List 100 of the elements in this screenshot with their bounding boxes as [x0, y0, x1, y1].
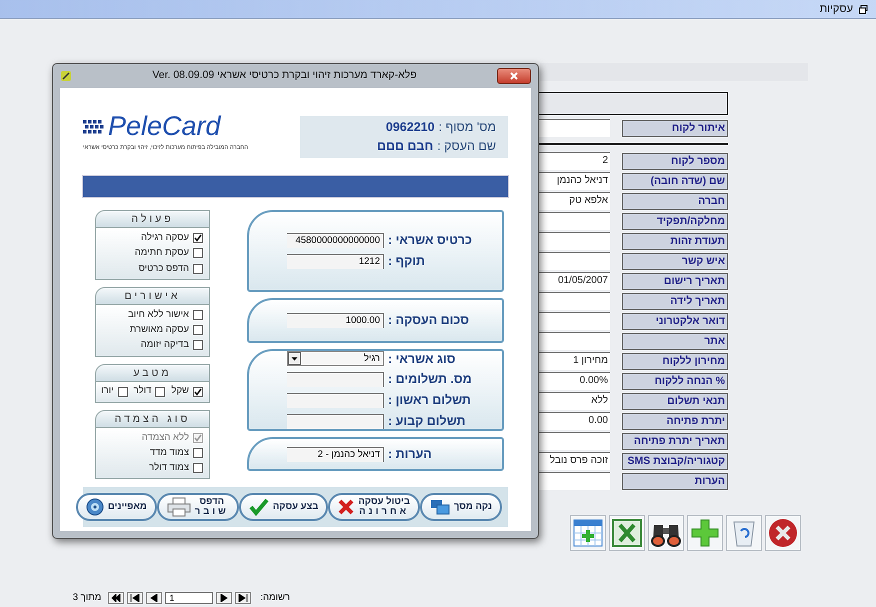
input-field[interactable] [287, 414, 384, 429]
action-button[interactable]: מאפיינים [76, 493, 157, 522]
option-label: בדיקה יזומה [140, 338, 189, 352]
checkbox[interactable] [193, 340, 203, 350]
option-label: צמוד מדד [150, 446, 189, 460]
group-header: פעולה [95, 210, 210, 228]
terminal-label: שם העסק : [437, 138, 496, 155]
section-label: הערות : [388, 446, 433, 463]
table-add-icon[interactable] [570, 515, 606, 551]
section-label: תשלום קבוע : [388, 412, 466, 430]
checkbox[interactable] [193, 248, 203, 258]
spreadsheet-icon[interactable] [609, 515, 645, 551]
action-button[interactable]: בצע עסקה [238, 493, 328, 522]
input-field[interactable]: 1000.00 [287, 313, 384, 328]
action-button[interactable]: נקה מסך [420, 493, 502, 522]
field-label: % הנחה ללקוח [622, 372, 728, 390]
section-label: תוקף : [388, 253, 426, 270]
left-arrow-icon [149, 594, 160, 602]
field-label: קטגוריה/קבוצת SMS [622, 452, 728, 470]
recycle-bin-icon[interactable] [726, 515, 762, 551]
field-label: תאריך רישום [622, 272, 728, 290]
option-label: עסקה מאושרת [130, 323, 189, 337]
group-header: סוג הצמדה [95, 410, 210, 428]
printer-icon [166, 497, 191, 518]
binoculars-icon[interactable] [648, 515, 684, 551]
right-arrow-icon [219, 594, 230, 602]
disc-icon [86, 498, 104, 516]
checkbox[interactable] [193, 448, 203, 458]
field-label: שם (שדה חובה) [622, 172, 728, 190]
record-number-field[interactable]: 1 [165, 592, 214, 604]
input-field[interactable]: 4580000000000000 [287, 233, 384, 248]
field-label: תאריך לידה [622, 292, 728, 310]
field-label: יתרת פתיחה [622, 412, 728, 430]
checkbox[interactable] [193, 310, 203, 320]
section-label: סוג אשראי : [388, 350, 456, 368]
option-label: עסקה רגילה [141, 231, 189, 245]
cross-icon [338, 499, 354, 516]
close-icon[interactable] [765, 515, 801, 551]
option-label: דולר [134, 384, 152, 398]
input-field[interactable] [287, 392, 384, 408]
option-label: הדפס כרטיס [138, 262, 189, 276]
terminal-value: 0962210 [386, 119, 435, 136]
caret-icon [288, 352, 301, 366]
dialog-title: פלא-קארד מערכות זיהוי ובקרת כרטיסי אשראי Ver. 08.09.09 [152, 68, 417, 84]
terminal-label: מס' מסוף : [438, 119, 496, 136]
last-record-button[interactable] [127, 592, 144, 604]
restore-icon [859, 4, 868, 14]
record-label: רשומה: [260, 590, 290, 605]
logo-dots-icon [83, 120, 105, 134]
checkbox[interactable] [193, 386, 203, 396]
check-icon [248, 498, 269, 516]
section-label: תשלום ראשון : [388, 392, 472, 409]
first-record-button[interactable] [235, 592, 252, 604]
checkbox[interactable] [155, 386, 166, 396]
new-record-button[interactable] [108, 592, 124, 604]
section-label: כרטיס אשראי : [388, 232, 473, 250]
field-label: תנאי תשלום [622, 392, 728, 410]
checkbox[interactable] [193, 233, 203, 244]
close-button[interactable] [496, 68, 531, 84]
field-label: תעודת זהות [622, 232, 728, 250]
pencil-icon [60, 70, 72, 82]
action-button[interactable]: ביטול עסקה אחרונה [328, 493, 420, 522]
section-label: סכום העסקה : [388, 312, 470, 330]
plus-icon[interactable] [687, 515, 723, 551]
option-label: עסקת חתימה [134, 246, 189, 260]
option-label: ללא הצמדה [142, 430, 189, 444]
logo-wordmark: PeleCard [108, 113, 221, 140]
field-label: חברה [622, 192, 728, 210]
select-field[interactable]: רגיל [287, 351, 384, 366]
window-title: עסקיות [820, 2, 853, 17]
option-label: יורו [101, 384, 114, 398]
skip-right-icon [238, 594, 248, 602]
field-label: איש קשר [622, 252, 728, 270]
option-label: שקל [171, 384, 189, 398]
field-label: איתור לקוח [622, 120, 728, 136]
field-label: מחירון ללקוח [622, 352, 728, 370]
input-field[interactable]: 1212 [287, 254, 384, 269]
next-record-button[interactable] [146, 592, 162, 604]
option-label: אישור ללא חיוב [128, 308, 189, 322]
terminal-value: חבם םםם [376, 138, 434, 155]
checkbox[interactable] [193, 325, 203, 336]
record-count: מתוך 3 [72, 590, 102, 605]
group-header: אישורים [95, 286, 210, 305]
action-button[interactable]: הדפס שובר [156, 493, 239, 522]
skip-left-icon [130, 594, 140, 602]
field-label: הערות [622, 472, 728, 490]
close-icon [510, 72, 518, 80]
checkbox[interactable] [193, 463, 203, 474]
field-label: אתר [622, 332, 728, 350]
input-field[interactable] [287, 372, 384, 388]
previous-record-button[interactable] [216, 592, 232, 604]
section-label: מס. תשלומים : [388, 371, 473, 388]
input-field[interactable]: דניאל כהנמן - 2 [287, 446, 384, 462]
field-label: דואר אלקטרוני [622, 312, 728, 330]
field-label: תאריך יתרת פתיחה [622, 432, 728, 450]
field-label: מספר לקוח [622, 152, 728, 170]
checkbox[interactable] [193, 264, 203, 274]
checkbox[interactable] [118, 386, 128, 396]
double-left-arrow-icon [111, 594, 122, 602]
screens-icon [430, 499, 450, 516]
